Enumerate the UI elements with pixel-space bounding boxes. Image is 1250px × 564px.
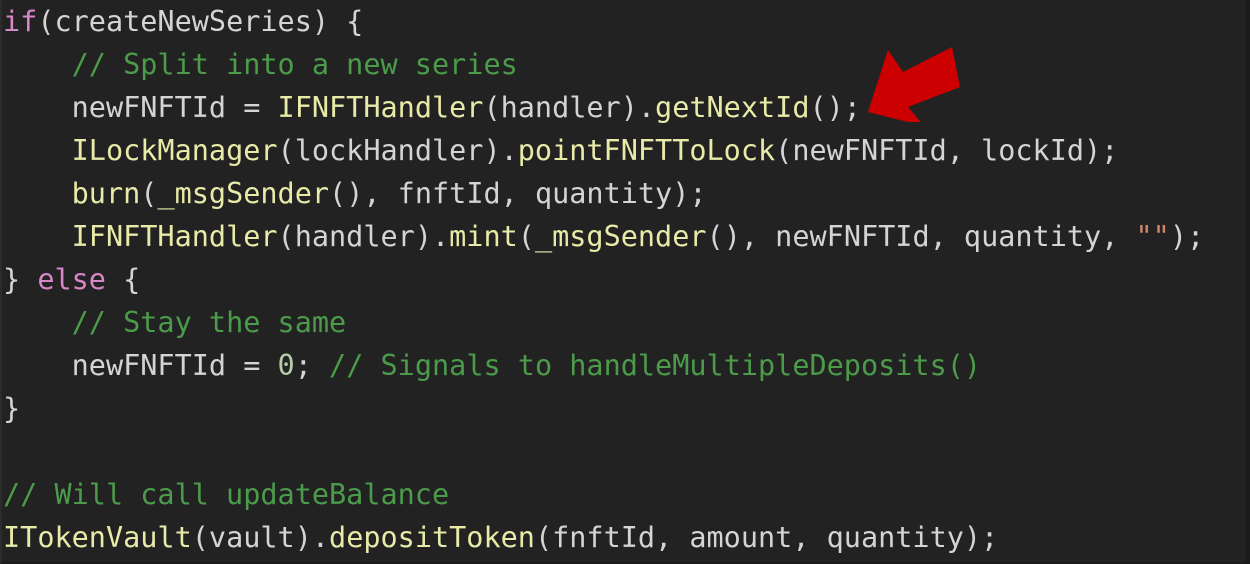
code-token-plain: (lockHandler).	[277, 134, 518, 167]
code-token-fn: burn	[71, 177, 141, 210]
code-token-cmt: // Stay the same	[71, 306, 347, 339]
code-line: burn(_msgSender(), fnftId, quantity);	[2, 172, 1246, 215]
code-token-plain: (handler).	[483, 91, 656, 124]
code-token-fn: mint	[449, 220, 518, 253]
code-token-plain: (vault).	[191, 521, 330, 554]
code-line: // Stay the same	[2, 301, 1246, 344]
code-line: IFNFTHandler(handler).mint(_msgSender(),…	[2, 215, 1246, 258]
code-token-plain: (newFNFTId, lockId);	[775, 134, 1119, 167]
code-token-plain: (), fnftId, quantity);	[329, 177, 707, 210]
code-line: ITokenVault(vault).depositToken(fnftId, …	[2, 516, 1246, 559]
code-block: if(createNewSeries) { // Split into a ne…	[0, 0, 1250, 564]
code-line: if(createNewSeries) {	[2, 0, 1246, 43]
code-token-plain: }	[3, 263, 38, 296]
code-token-fn: _msgSender	[157, 177, 330, 210]
code-token-fn: ILockManager	[71, 134, 278, 167]
code-token-fn: _msgSender	[534, 220, 707, 253]
code-lines-container: if(createNewSeries) { // Split into a ne…	[2, 0, 1246, 559]
code-token-plain: (handler).	[277, 220, 450, 253]
code-token-plain: ;	[294, 349, 330, 382]
code-line: newFNFTId = 0; // Signals to handleMulti…	[2, 344, 1246, 387]
code-token-fn: ITokenVault	[3, 521, 192, 554]
code-token-str: ""	[1135, 220, 1170, 253]
code-token-plain: {	[105, 263, 141, 296]
code-token-kw: if	[3, 5, 38, 38]
code-line: }	[2, 387, 1246, 430]
code-token-fn: getNextId	[655, 91, 810, 124]
code-token-cmt: // Split into a new series	[71, 48, 518, 81]
code-token-plain: (	[517, 220, 535, 253]
code-token-plain: (createNewSeries) {	[37, 5, 364, 38]
code-token-plain: }	[3, 392, 21, 425]
code-line: // Split into a new series	[2, 43, 1246, 86]
code-token-plain: (	[140, 177, 158, 210]
code-line: // Will call updateBalance	[2, 473, 1246, 516]
code-line: newFNFTId = IFNFTHandler(handler).getNex…	[2, 86, 1246, 129]
code-token-kw: else	[37, 263, 106, 296]
code-token-plain: newFNFTId =	[3, 91, 278, 124]
code-token-plain: newFNFTId =	[3, 349, 278, 382]
code-line: ILockManager(lockHandler).pointFNFTToLoc…	[2, 129, 1246, 172]
code-token-fn: pointFNFTToLock	[517, 134, 776, 167]
code-token-cmt: // Signals to handleMultipleDeposits()	[329, 349, 982, 382]
code-token-plain: );	[1169, 220, 1205, 253]
code-line: } else {	[2, 258, 1246, 301]
code-token-num: 0	[277, 349, 295, 382]
code-token-plain: ();	[809, 91, 861, 124]
code-token-plain: (fnftId, amount, quantity);	[534, 521, 999, 554]
code-token-fn: depositToken	[329, 521, 535, 554]
code-token-fn: IFNFTHandler	[71, 220, 278, 253]
code-token-cmt: // Will call updateBalance	[3, 478, 450, 511]
code-token-fn: IFNFTHandler	[277, 91, 484, 124]
code-token-plain: (), newFNFTId, quantity,	[706, 220, 1136, 253]
